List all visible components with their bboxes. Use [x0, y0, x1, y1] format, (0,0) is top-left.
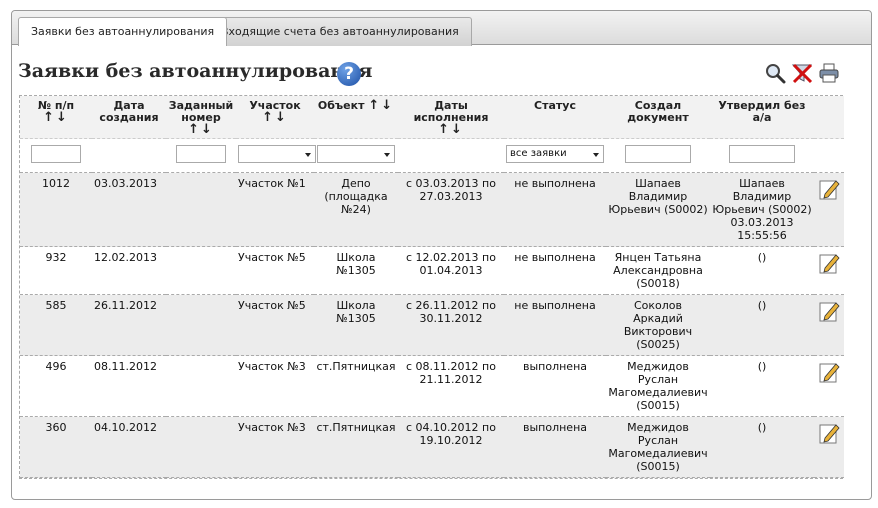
cell-given-number: [166, 416, 236, 478]
cell-given-number: [166, 294, 236, 356]
table-row: 585 26.11.2012 Участок №5 Школа №1305 с …: [20, 294, 844, 356]
table-row: 360 04.10.2012 Участок №3 ст.Пятницкая с…: [20, 416, 844, 478]
cell-site: Участок №5: [236, 246, 314, 295]
tab-requests[interactable]: Заявки без автоаннулирования: [18, 17, 228, 46]
cell-date: 26.11.2012: [92, 294, 166, 356]
tab-bar: Заявки без автоаннулирования Входящие сч…: [12, 11, 871, 46]
cell-creator: Меджидов Руслан Магомедалиевич (S0015): [606, 416, 710, 478]
col-header-created-date: Дата создания: [99, 99, 159, 124]
cell-execution-dates: с 08.11.2012 по 21.11.2012: [398, 355, 504, 417]
filter-num-input[interactable]: [31, 145, 81, 163]
filter-given-number-input[interactable]: [176, 145, 226, 163]
edit-icon[interactable]: [817, 360, 841, 384]
sort-arrows-icon[interactable]: ↑↓: [188, 123, 214, 136]
clear-filter-icon[interactable]: [791, 62, 813, 84]
cell-date: 03.03.2013: [92, 172, 166, 247]
col-header-num: № п/п ↑↓: [37, 99, 75, 125]
col-header-object: Объект ↑↓: [317, 98, 395, 113]
cell-approver: Шапаев Владимир Юрьевич (S0002) 03.03.20…: [710, 172, 814, 247]
cell-status: выполнена: [504, 355, 606, 417]
cell-site: Участок №1: [236, 172, 314, 247]
cell-object: Школа №1305: [314, 246, 398, 295]
sort-arrows-icon[interactable]: ↑↓: [438, 123, 464, 136]
sort-arrows-icon[interactable]: ↑↓: [368, 99, 394, 112]
tab-incoming-invoices[interactable]: Входящие счета без автоаннулирования: [208, 17, 472, 46]
help-icon[interactable]: ?: [337, 62, 361, 86]
cell-status: выполнена: [504, 416, 606, 478]
cell-date: 04.10.2012: [92, 416, 166, 478]
cell-status: не выполнена: [504, 246, 606, 295]
filter-creator-input[interactable]: [625, 145, 691, 163]
cell-object: ст.Пятницкая: [314, 416, 398, 478]
cell-approver: (): [710, 294, 814, 356]
filter-status-select[interactable]: все заявки: [506, 145, 604, 163]
cell-num: 496: [20, 355, 92, 417]
col-header-execution-dates: Даты исполнения ↑↓: [413, 99, 489, 137]
cell-execution-dates: с 26.11.2012 по 30.11.2012: [398, 294, 504, 356]
cell-num: 1012: [20, 172, 92, 247]
cell-given-number: [166, 355, 236, 417]
cell-status: не выполнена: [504, 172, 606, 247]
filter-row: все заявки: [20, 138, 844, 173]
sort-arrows-icon[interactable]: ↑↓: [262, 111, 288, 124]
cell-creator: Шапаев Владимир Юрьевич (S0002): [606, 172, 710, 247]
cell-approver: (): [710, 416, 814, 478]
table-row: 932 12.02.2013 Участок №5 Школа №1305 с …: [20, 246, 844, 295]
sort-arrows-icon[interactable]: ↑↓: [43, 111, 69, 124]
cell-num: 585: [20, 294, 92, 356]
cell-creator: Янцен Татьяна Александровна (S0018): [606, 246, 710, 295]
cell-num: 932: [20, 246, 92, 295]
cell-creator: Соколов Аркадий Викторович (S0025): [606, 294, 710, 356]
cell-approver: (): [710, 246, 814, 295]
table-row: 496 08.11.2012 Участок №3 ст.Пятницкая с…: [20, 355, 844, 417]
col-header-creator: Создал документ: [627, 99, 689, 124]
filter-approver-input[interactable]: [729, 145, 795, 163]
edit-icon[interactable]: [817, 251, 841, 275]
cell-site: Участок №3: [236, 355, 314, 417]
page-title: Заявки без автоаннулирования: [18, 60, 373, 82]
table-row: 1012 03.03.2013 Участок №1 Депо (площадк…: [20, 172, 844, 247]
col-header-actions: [814, 96, 844, 139]
requests-table: № п/п ↑↓ Дата создания Заданный номер ↑↓ У…: [19, 95, 844, 479]
cell-execution-dates: с 12.02.2013 по 01.04.2013: [398, 246, 504, 295]
filter-object-select[interactable]: [317, 145, 395, 163]
col-header-approver: Утвердил без а/а: [718, 99, 806, 124]
header-row: № п/п ↑↓ Дата создания Заданный номер ↑↓ У…: [20, 96, 844, 139]
cell-object: ст.Пятницкая: [314, 355, 398, 417]
cell-given-number: [166, 246, 236, 295]
cell-creator: Меджидов Руслан Магомедалиевич (S0015): [606, 355, 710, 417]
cell-execution-dates: с 04.10.2012 по 19.10.2012: [398, 416, 504, 478]
edit-icon[interactable]: [817, 299, 841, 323]
cell-object: Депо (площадка №24): [314, 172, 398, 247]
filter-site-select[interactable]: [238, 145, 316, 163]
col-header-site: Участок ↑↓: [249, 99, 301, 125]
print-icon[interactable]: [818, 62, 840, 84]
edit-icon[interactable]: [817, 421, 841, 445]
cell-given-number: [166, 172, 236, 247]
search-icon[interactable]: [764, 62, 786, 84]
cell-approver: (): [710, 355, 814, 417]
edit-icon[interactable]: [817, 177, 841, 201]
cell-site: Участок №3: [236, 416, 314, 478]
cell-num: 360: [20, 416, 92, 478]
cell-object: Школа №1305: [314, 294, 398, 356]
cell-date: 12.02.2013: [92, 246, 166, 295]
cell-execution-dates: с 03.03.2013 по 27.03.2013: [398, 172, 504, 247]
col-header-status: Статус: [534, 99, 576, 112]
cell-status: не выполнена: [504, 294, 606, 356]
cell-date: 08.11.2012: [92, 355, 166, 417]
cell-site: Участок №5: [236, 294, 314, 356]
col-header-given-number: Заданный номер ↑↓: [168, 99, 234, 137]
